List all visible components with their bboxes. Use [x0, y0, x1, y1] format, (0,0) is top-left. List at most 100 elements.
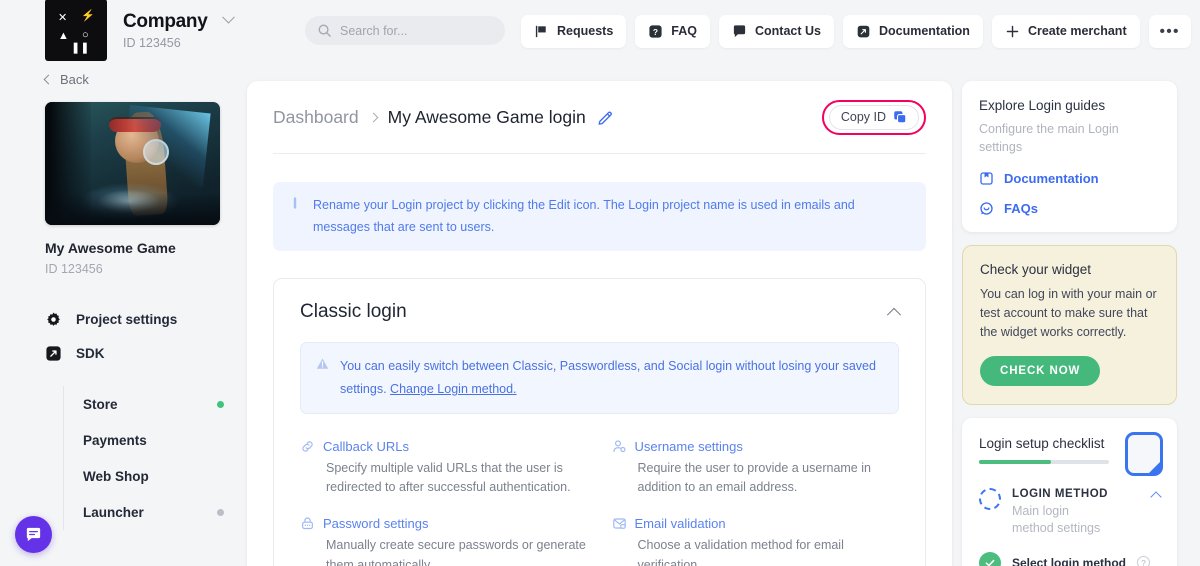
checklist-progress-fill	[979, 460, 1051, 464]
top-bar: ✕ ⚡ ▲ ○ ❚❚ Company ID 123456 Search for.…	[0, 0, 1200, 60]
feature-email-validation[interactable]: Email validation Choose a validation met…	[612, 516, 900, 566]
more-options-button[interactable]: •••	[1149, 15, 1191, 48]
company-logo: ✕ ⚡ ▲ ○ ❚❚	[45, 0, 107, 61]
app-root: ✕ ⚡ ▲ ○ ❚❚ Company ID 123456 Search for.…	[0, 0, 1200, 566]
chat-widget-button[interactable]	[15, 516, 52, 553]
checklist-document-icon[interactable]	[1125, 432, 1163, 476]
plus-icon	[1005, 24, 1020, 39]
feature-email-validation-desc: Choose a validation method for email ver…	[638, 536, 900, 566]
check-widget-title: Check your widget	[980, 262, 1159, 277]
guide-link-faqs[interactable]: FAQs	[979, 201, 1160, 216]
warning-icon	[316, 357, 329, 370]
chevron-right-icon	[368, 112, 378, 122]
change-login-method-link[interactable]: Change Login method.	[390, 379, 516, 399]
sidebar-item-payments[interactable]: Payments	[64, 422, 224, 458]
book-icon	[979, 171, 994, 186]
chevron-left-icon	[44, 75, 54, 85]
company-switcher[interactable]: ✕ ⚡ ▲ ○ ❚❚ Company ID 123456	[45, 0, 233, 61]
document-icon	[856, 24, 871, 39]
sidebar-item-launcher-label: Launcher	[83, 505, 144, 520]
logo-glyph-bolt: ⚡	[81, 11, 95, 22]
link-icon	[300, 439, 315, 454]
feature-username-settings-head: Username settings	[612, 439, 900, 454]
sidebar-item-sdk[interactable]: SDK	[45, 336, 245, 370]
top-nav-buttons: Requests ? FAQ Contact Us	[521, 14, 1200, 48]
logo-glyph-triangle: ▲	[58, 31, 69, 42]
feature-password-settings[interactable]: Password settings Manually create secure…	[300, 516, 588, 566]
edit-icon[interactable]	[597, 109, 614, 126]
sidebar-item-store[interactable]: Store	[64, 386, 224, 422]
right-rail: Explore Login guides Configure the main …	[962, 81, 1177, 566]
chevron-up-icon[interactable]	[1150, 491, 1161, 502]
checklist-group-subtitle: Main login method settings	[1012, 503, 1112, 538]
feature-grid: Callback URLs Specify multiple valid URL…	[300, 439, 899, 566]
chevron-up-icon[interactable]	[887, 308, 901, 322]
sidebar-item-project-settings[interactable]: Project settings	[45, 302, 245, 336]
back-label: Back	[60, 72, 89, 87]
lock-icon	[300, 516, 315, 531]
left-sidebar: Back My Awesome Game ID 123456 Project s…	[0, 72, 245, 566]
sidebar-item-store-label: Store	[83, 397, 118, 412]
copy-id-button[interactable]: Copy ID	[829, 105, 919, 130]
nav-button-documentation[interactable]: Documentation	[843, 15, 983, 48]
nav-button-requests-label: Requests	[557, 24, 613, 38]
classic-login-title: Classic login	[300, 301, 407, 323]
checklist-group-login-method[interactable]: LOGIN METHOD Main login method settings	[979, 488, 1160, 538]
thumbnail-art-lens	[143, 139, 169, 165]
sidebar-item-launcher[interactable]: Launcher	[64, 494, 224, 530]
status-dot-launcher	[217, 509, 224, 516]
search-icon	[317, 23, 332, 38]
sidebar-item-web-shop[interactable]: Web Shop	[64, 458, 224, 494]
gear-icon	[45, 311, 62, 328]
login-method-note-text: You can easily switch between Classic, P…	[340, 356, 883, 400]
help-icon[interactable]: ?	[1137, 556, 1150, 566]
header-divider	[273, 153, 926, 154]
chat-bubble-icon	[24, 525, 43, 544]
rename-info-banner: Rename your Login project by clicking th…	[273, 182, 926, 251]
nav-button-create-merchant[interactable]: Create merchant	[992, 15, 1140, 48]
feature-username-settings-desc: Require the user to provide a username i…	[638, 459, 900, 498]
feature-password-settings-title: Password settings	[323, 516, 429, 531]
feature-callback-urls-title: Callback URLs	[323, 439, 409, 454]
feature-password-settings-desc: Manually create secure passwords or gene…	[326, 536, 588, 566]
project-id: ID 123456	[45, 262, 245, 276]
feature-callback-urls-head: Callback URLs	[300, 439, 588, 454]
question-box-icon: ?	[648, 24, 663, 39]
checklist-progress-bar	[979, 460, 1109, 464]
status-dot-store	[217, 401, 224, 408]
main-content-card: Dashboard My Awesome Game login Copy ID	[247, 81, 952, 566]
guide-link-documentation-label: Documentation	[1004, 171, 1099, 186]
sidebar-main-nav: Project settings SDK	[0, 302, 245, 370]
classic-login-panel: Classic login You can easily switch betw…	[273, 278, 926, 566]
thumbnail-art-goggles	[109, 117, 161, 132]
nav-button-documentation-label: Documentation	[879, 24, 970, 38]
search-input[interactable]: Search for...	[305, 16, 505, 45]
back-button[interactable]: Back	[45, 72, 245, 87]
company-id: ID 123456	[123, 36, 233, 50]
feature-username-settings-title: Username settings	[635, 439, 743, 454]
logo-glyph-circle: ○	[82, 30, 89, 41]
sidebar-sub-nav: Store Payments Web Shop Launcher	[63, 386, 245, 530]
checklist-group-title: LOGIN METHOD	[1012, 488, 1112, 500]
classic-login-panel-header[interactable]: Classic login	[300, 301, 899, 323]
feature-email-validation-title: Email validation	[635, 516, 726, 531]
project-thumbnail	[45, 102, 220, 225]
checklist-item-select-login-method[interactable]: Select login method ?	[979, 552, 1160, 566]
explore-guides-subtitle: Configure the main Login settings	[979, 120, 1160, 156]
logo-glyph-cross: ✕	[58, 13, 67, 24]
guide-link-documentation[interactable]: Documentation	[979, 171, 1160, 186]
user-gear-icon	[612, 439, 627, 454]
search-placeholder: Search for...	[340, 24, 407, 38]
check-now-button[interactable]: CHECK NOW	[980, 356, 1100, 386]
svg-text:?: ?	[653, 26, 658, 36]
breadcrumb-dashboard[interactable]: Dashboard	[273, 107, 359, 128]
copy-id-highlight: Copy ID	[822, 100, 926, 135]
chevron-down-icon[interactable]	[222, 11, 235, 24]
feature-callback-urls[interactable]: Callback URLs Specify multiple valid URL…	[300, 439, 588, 498]
sidebar-item-payments-label: Payments	[83, 433, 147, 448]
nav-button-faq[interactable]: ? FAQ	[635, 15, 710, 48]
nav-button-contact-us[interactable]: Contact Us	[719, 15, 834, 48]
nav-button-requests[interactable]: Requests	[521, 15, 626, 48]
nav-button-faq-label: FAQ	[671, 24, 697, 38]
feature-username-settings[interactable]: Username settings Require the user to pr…	[612, 439, 900, 498]
